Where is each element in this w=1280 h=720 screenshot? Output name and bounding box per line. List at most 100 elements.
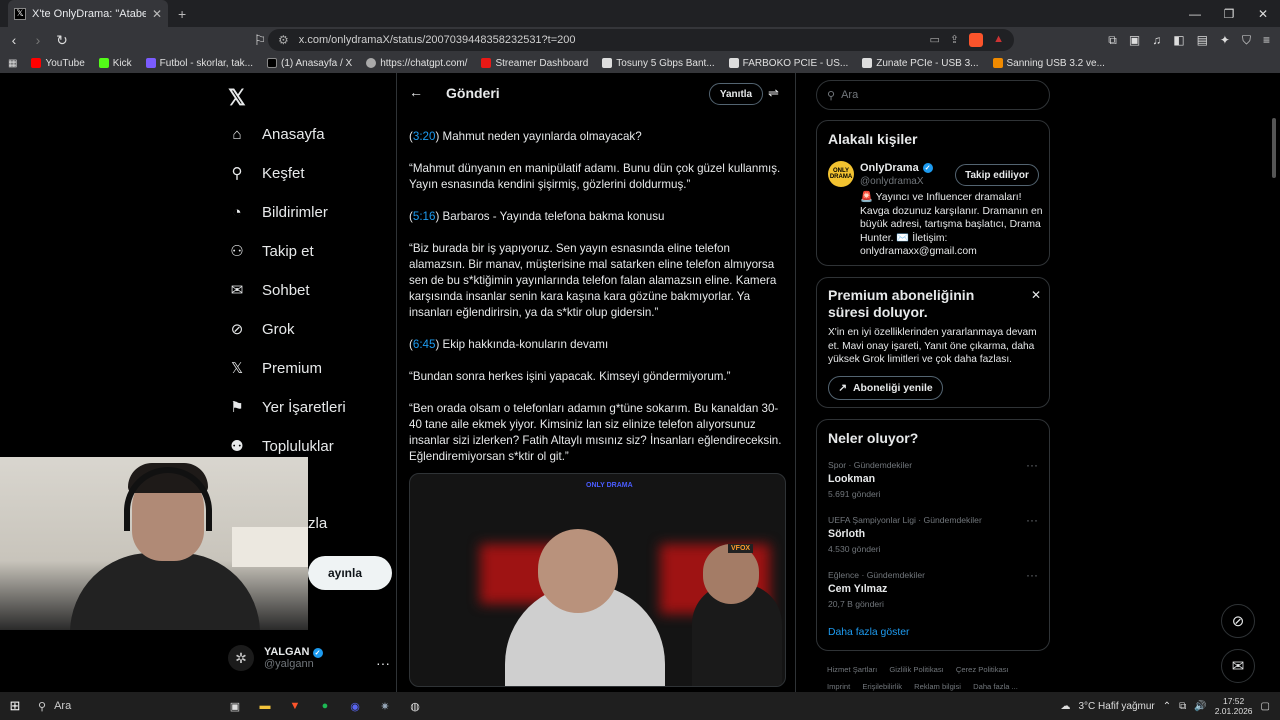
bookmark-icon: ⚑ [230, 399, 244, 416]
bookmark-item[interactable]: Futbol - skorlar, tak... [145, 58, 253, 69]
close-icon[interactable]: ✕ [1031, 288, 1041, 302]
nav-item-bookmarks[interactable]: ⚑ Yer İşaretleri [228, 398, 345, 417]
footer-link[interactable]: Hizmet Şartları [827, 665, 877, 674]
footer-link[interactable]: Daha fazla ... [973, 682, 1018, 691]
spotify-icon[interactable]: ● [310, 692, 340, 720]
x-logo-icon[interactable]: 𝕏 [228, 85, 246, 111]
minimize-button[interactable]: — [1178, 0, 1212, 27]
more-options-icon[interactable]: ··· [1026, 458, 1038, 472]
messages-fab-button[interactable]: ✉ [1221, 649, 1255, 683]
share-icon[interactable]: ⇪ [950, 33, 959, 47]
grok-fab-button[interactable]: ⊘ [1221, 604, 1255, 638]
footer-link[interactable]: Imprint [827, 682, 850, 691]
sidebar-icon[interactable]: ▣ [1129, 33, 1140, 48]
more-options-icon[interactable]: ··· [1026, 513, 1038, 527]
show-more-link[interactable]: Daha fazla göster [828, 627, 909, 638]
nav-item-chat[interactable]: ✉ Sohbet [228, 281, 310, 300]
nav-item-home[interactable]: ⌂ Anasayfa [228, 125, 324, 143]
network-icon[interactable]: ⧉ [1179, 701, 1186, 712]
timestamp-link[interactable]: 6:45 [413, 338, 436, 351]
related-people-card: Alakalı kişiler ONLY DRAMA OnlyDrama ✓ @o… [816, 120, 1050, 266]
apps-icon[interactable]: ▦ [8, 58, 17, 69]
bookmark-page-icon[interactable]: ⚐ [250, 32, 270, 49]
bookmark-item[interactable]: YouTube [31, 58, 85, 69]
close-tab-icon[interactable]: ✕ [152, 7, 162, 21]
bookmark-item[interactable]: Kick [98, 58, 132, 69]
wallet-icon[interactable]: ▤ [1197, 33, 1208, 48]
close-window-button[interactable]: ✕ [1246, 0, 1280, 27]
footer-link[interactable]: Erişilebilirlik [862, 682, 902, 691]
account-switcher[interactable]: ✲ YALGAN ✓ @yalgann [228, 645, 323, 671]
renew-subscription-button[interactable]: ↗ Aboneliği yenile [828, 376, 943, 400]
url-bar[interactable]: ⚙ x.com/onlydramaX/status/20070394483582… [268, 29, 1014, 51]
post-button[interactable]: ayınla [308, 556, 392, 590]
notification-icon[interactable]: ▢ [1261, 701, 1270, 712]
timestamp-link[interactable]: 3:20 [413, 130, 436, 143]
nav-item-communities[interactable]: ⚉ Topluluklar [228, 437, 333, 456]
bookmark-item[interactable]: FARBOKO PCIE - US... [728, 58, 848, 69]
brave-browser-icon[interactable]: ▼ [280, 692, 310, 720]
trends-card: Neler oluyor? Spor · Gündemdekiler Lookm… [816, 419, 1050, 651]
media-icon[interactable]: ♫ [1152, 33, 1161, 48]
obs-icon[interactable]: ◍ [400, 692, 430, 720]
ai-icon[interactable]: ✦ [1220, 33, 1230, 48]
window-controls: — ❐ ✕ [1178, 0, 1280, 27]
bookmark-item[interactable]: (1) Anasayfa / X [267, 58, 352, 69]
trend-item[interactable]: Eğlence · Gündemdekiler Cem Yılmaz 20,7 … [828, 568, 1038, 609]
task-view-icon[interactable]: ▣ [220, 692, 250, 720]
nav-item-premium[interactable]: 𝕏 Premium [228, 359, 322, 378]
post-video[interactable]: ONLY DRAMA VFOX [409, 473, 786, 687]
tray-expand-icon[interactable]: ⌃ [1163, 701, 1171, 712]
avatar[interactable]: ONLY DRAMA [828, 161, 854, 187]
restore-button[interactable]: ❐ [1212, 0, 1246, 27]
timestamp-link[interactable]: 5:16 [413, 210, 436, 223]
filter-icon[interactable]: ⇌ [768, 85, 779, 101]
back-button[interactable]: ‹ [4, 32, 24, 48]
app-icon[interactable]: ✷ [370, 692, 400, 720]
profile-name[interactable]: OnlyDrama ✓ [860, 162, 933, 174]
volume-icon[interactable]: 🔊 [1194, 701, 1206, 712]
bookmark-item[interactable]: Zunate PCIe - USB 3... [862, 58, 979, 69]
post-paragraph: (5:16) Barbaros - Yayında telefona bakma… [409, 210, 665, 223]
trend-item[interactable]: Spor · Gündemdekiler Lookman 5.691 gönde… [828, 458, 1038, 499]
windows-taskbar: ⊞ ⚲ Ara ▣ ▬ ▼ ● ◉ ✷ ◍ ☁ 3°C Hafif yağmur … [0, 692, 1280, 720]
nav-item-more[interactable]: zla [308, 515, 327, 532]
extensions-icon[interactable]: ⧉ [1108, 33, 1117, 48]
footer-link[interactable]: Reklam bilgisi [914, 682, 961, 691]
bookmark-item[interactable]: Streamer Dashboard [481, 58, 588, 69]
nav-item-explore[interactable]: ⚲ Keşfet [228, 164, 305, 183]
scrollbar[interactable] [1272, 118, 1276, 178]
new-tab-button[interactable]: + [178, 6, 186, 22]
site-info-icon[interactable]: ⚙ [278, 33, 289, 47]
bookmark-item[interactable]: Tosuny 5 Gbps Bant... [602, 58, 715, 69]
menu-icon[interactable]: ≡ [1263, 33, 1270, 48]
forward-button[interactable]: › [28, 32, 48, 48]
bookmark-item[interactable]: https://chatgpt.com/ [366, 58, 467, 69]
file-explorer-icon[interactable]: ▬ [250, 692, 280, 720]
taskbar-search[interactable]: ⚲ Ara [30, 692, 220, 720]
reply-button[interactable]: Yanıtla [709, 83, 763, 105]
footer-link[interactable]: Çerez Politikası [956, 665, 1009, 674]
bookmark-item[interactable]: Sanning USB 3.2 ve... [992, 58, 1105, 69]
discord-icon[interactable]: ◉ [340, 692, 370, 720]
nav-item-grok[interactable]: ⊘ Grok [228, 320, 295, 339]
weather-text[interactable]: 3°C Hafif yağmur [1078, 701, 1154, 712]
brave-shields-icon[interactable] [969, 33, 984, 47]
trend-item[interactable]: UEFA Şampiyonlar Ligi · Gündemdekiler Sö… [828, 513, 1038, 554]
footer-link[interactable]: Gizlilik Politikası [889, 665, 943, 674]
brave-rewards-icon[interactable]: ▲ [993, 33, 1004, 47]
reload-button[interactable]: ↻ [52, 32, 72, 49]
cast-icon[interactable]: ▭ [929, 33, 939, 47]
more-options-icon[interactable]: ··· [376, 655, 390, 671]
windows-start-icon[interactable]: ⊞ [0, 692, 30, 720]
panel-icon[interactable]: ◧ [1173, 33, 1184, 48]
clock[interactable]: 17:52 2.01.2026 [1215, 696, 1253, 716]
vpn-icon[interactable]: ⛉ [1242, 33, 1251, 48]
back-arrow-icon[interactable]: ← [409, 84, 423, 100]
more-options-icon[interactable]: ··· [1026, 568, 1038, 582]
nav-item-notifications[interactable]: ◔ Bildirimler [228, 203, 327, 221]
search-input[interactable]: ⚲ Ara [816, 80, 1050, 110]
following-button[interactable]: Takip ediliyor [955, 164, 1039, 186]
nav-item-follow[interactable]: ⚇ Takip et [228, 242, 313, 261]
browser-tab[interactable]: 𝕏 X'te OnlyDrama: "Ataberk Do ✕ [8, 0, 168, 27]
